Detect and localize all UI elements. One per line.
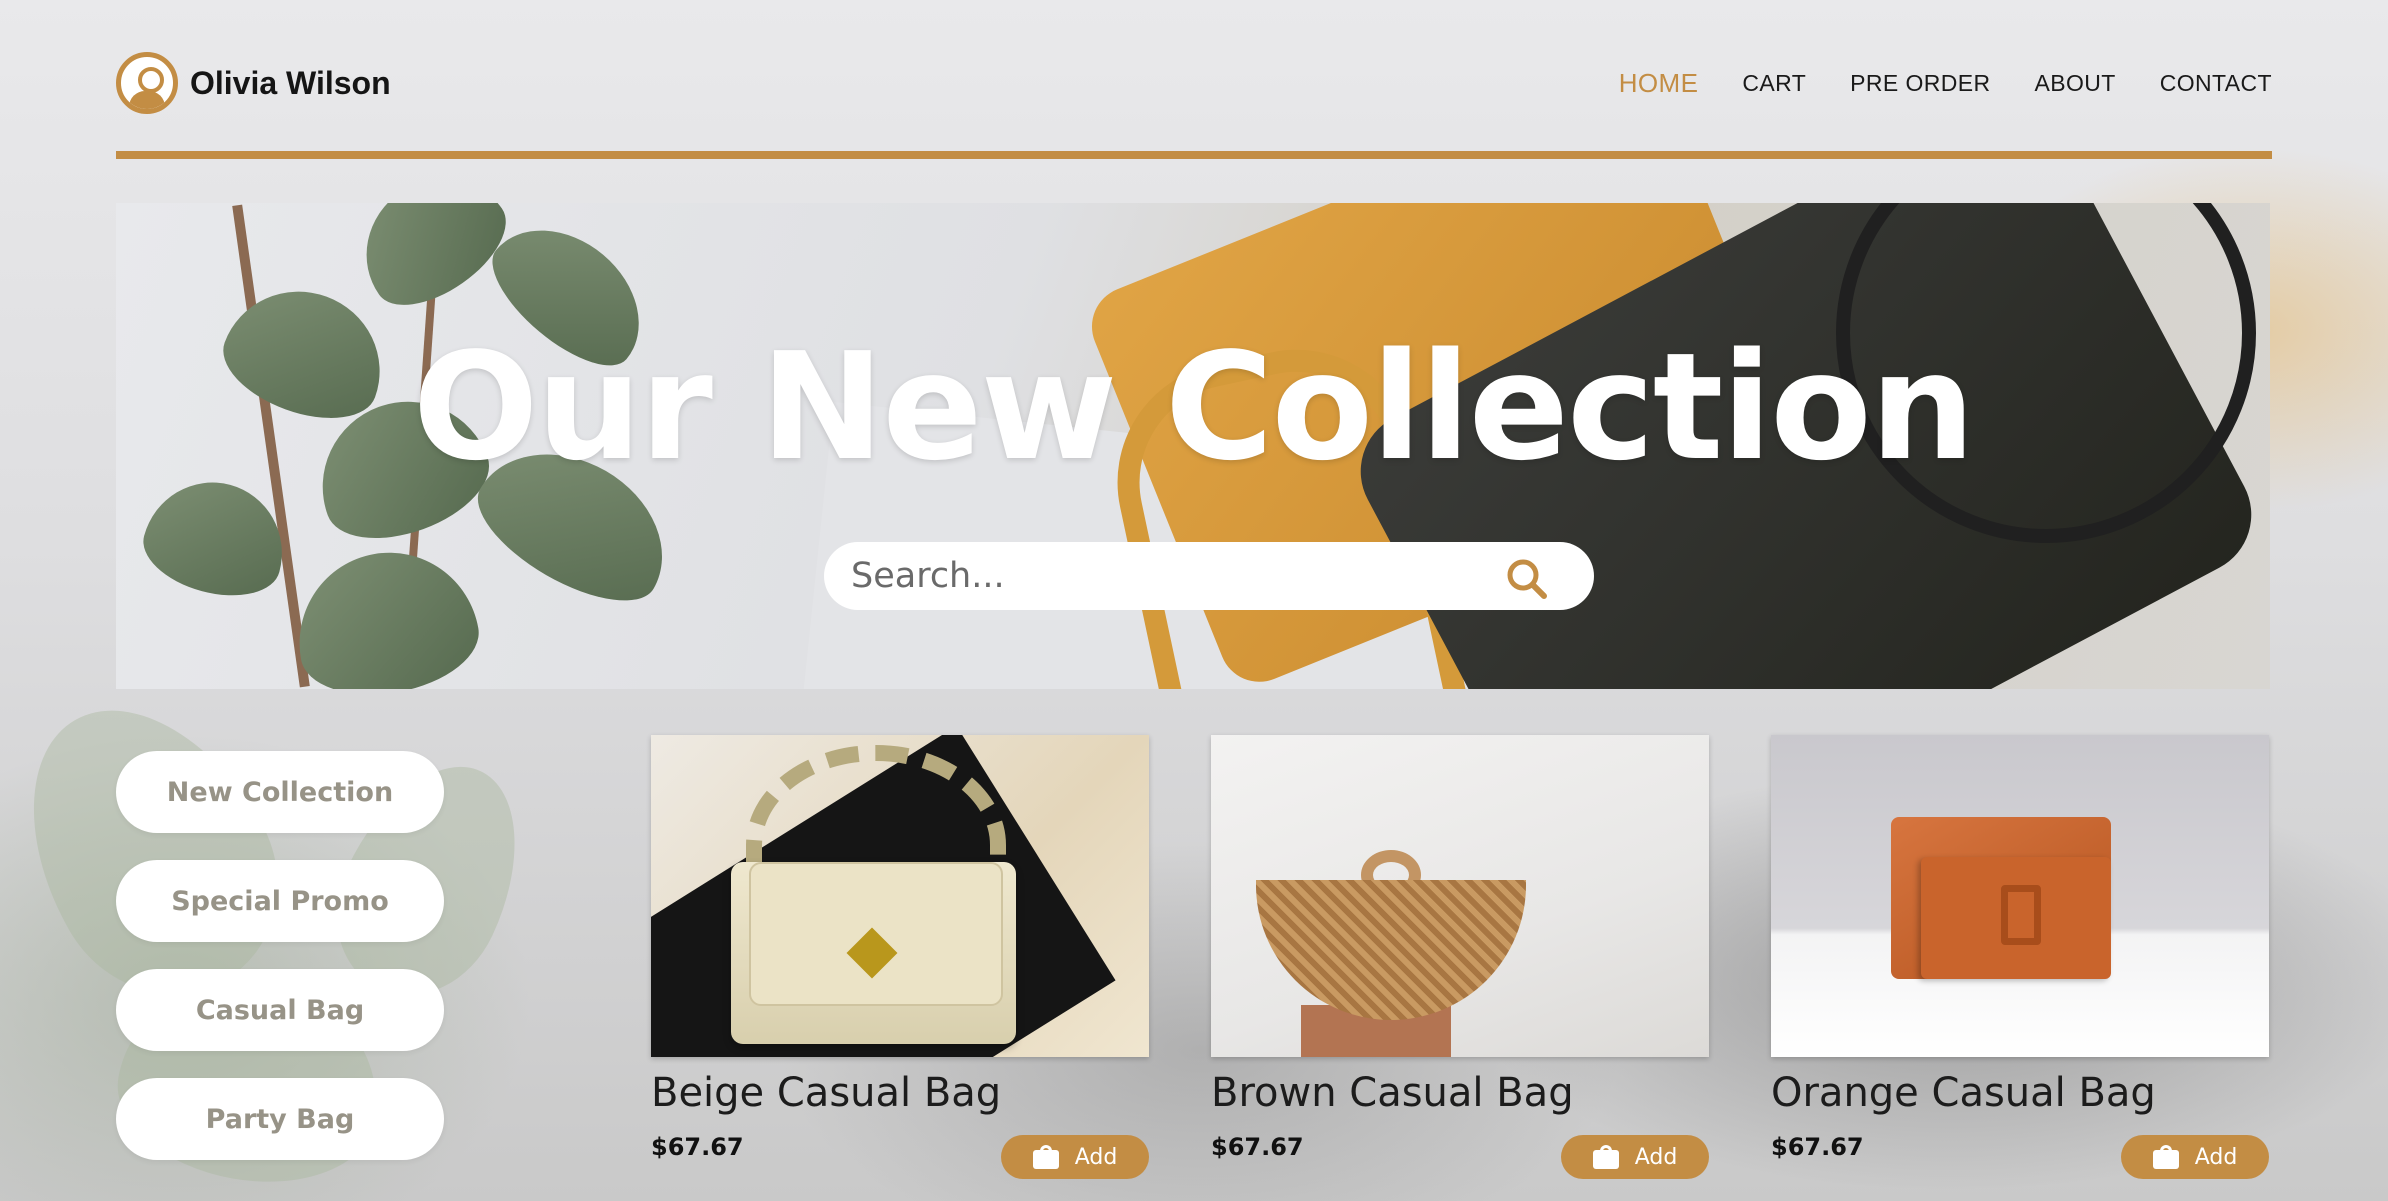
product-price: $67.67 <box>1771 1133 1864 1161</box>
add-to-cart-button[interactable]: Add <box>1001 1135 1149 1179</box>
category-party-bag[interactable]: Party Bag <box>116 1078 444 1160</box>
product-card: Brown Casual Bag $67.67 Add <box>1211 735 1709 1180</box>
product-image[interactable] <box>651 735 1149 1057</box>
brand-name: Olivia Wilson <box>190 64 391 101</box>
search-bar <box>824 542 1594 610</box>
category-new-collection[interactable]: New Collection <box>116 751 444 833</box>
header-divider <box>116 151 2272 159</box>
add-label: Add <box>1634 1144 1678 1170</box>
nav-pre-order[interactable]: PRE ORDER <box>1850 70 1990 99</box>
user-circle-icon <box>116 52 178 114</box>
add-to-cart-button[interactable]: Add <box>1561 1135 1709 1179</box>
add-label: Add <box>2194 1144 2238 1170</box>
search-icon[interactable] <box>1504 556 1548 600</box>
category-sidebar: New Collection Special Promo Casual Bag … <box>116 751 444 1160</box>
nav-cart[interactable]: CART <box>1742 70 1806 99</box>
main-nav: HOME CART PRE ORDER ABOUT CONTACT <box>1619 68 2272 99</box>
hero-banner: Our New Collection <box>116 203 2270 689</box>
site-header: Olivia Wilson HOME CART PRE ORDER ABOUT … <box>116 52 2272 126</box>
category-special-promo[interactable]: Special Promo <box>116 860 444 942</box>
product-name[interactable]: Brown Casual Bag <box>1211 1070 1574 1116</box>
product-name[interactable]: Beige Casual Bag <box>651 1070 1001 1116</box>
product-card: Beige Casual Bag $67.67 Add <box>651 735 1149 1180</box>
hero-title: Our New Collection <box>412 321 1976 493</box>
add-label: Add <box>1074 1144 1118 1170</box>
product-price: $67.67 <box>651 1133 744 1161</box>
search-input[interactable] <box>849 555 1493 597</box>
product-image[interactable] <box>1211 735 1709 1057</box>
brand-logo[interactable]: Olivia Wilson <box>116 52 391 114</box>
product-price: $67.67 <box>1211 1133 1304 1161</box>
add-to-cart-button[interactable]: Add <box>2121 1135 2269 1179</box>
nav-about[interactable]: ABOUT <box>2035 70 2116 99</box>
product-image[interactable] <box>1771 735 2269 1057</box>
nav-contact[interactable]: CONTACT <box>2160 70 2272 99</box>
nav-home[interactable]: HOME <box>1619 68 1699 99</box>
product-grid: Beige Casual Bag $67.67 Add Brown Casual… <box>651 735 2269 1180</box>
category-casual-bag[interactable]: Casual Bag <box>116 969 444 1051</box>
shopping-bag-icon <box>2152 1145 2179 1169</box>
shopping-bag-icon <box>1032 1145 1059 1169</box>
shopping-bag-icon <box>1592 1145 1619 1169</box>
product-card: Orange Casual Bag $67.67 Add <box>1771 735 2269 1180</box>
product-name[interactable]: Orange Casual Bag <box>1771 1070 2156 1116</box>
